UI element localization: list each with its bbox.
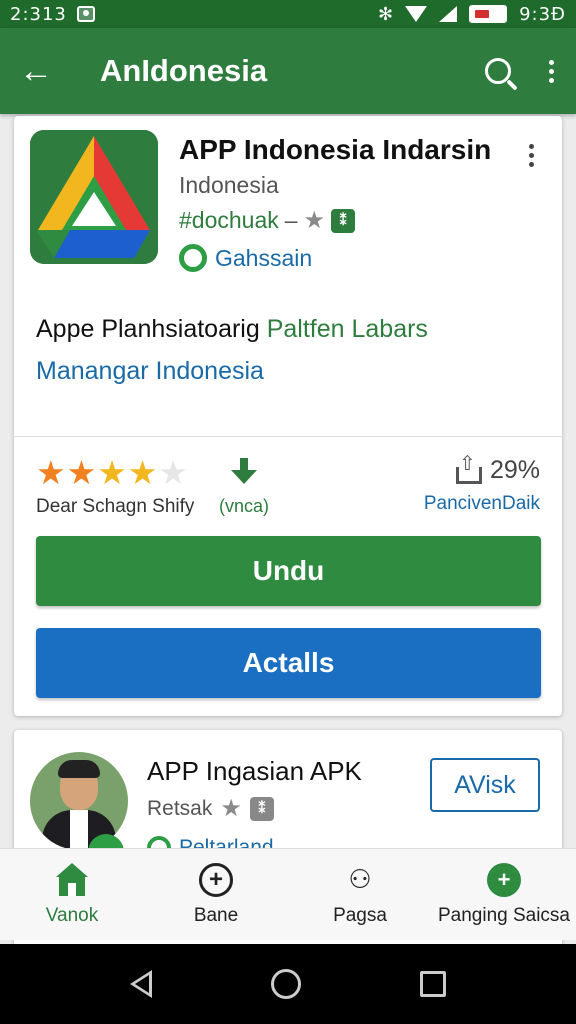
app-subtitle: Indonesia (179, 172, 279, 198)
developer-row[interactable]: Gahssain (179, 244, 312, 272)
app-bar-actions (470, 41, 576, 101)
card-overflow-button[interactable] (524, 144, 538, 174)
recents-square-icon[interactable] (420, 971, 447, 997)
photo-icon (76, 6, 95, 22)
bluetooth-icon: ✻ (377, 3, 394, 24)
download-info[interactable]: (vnca) (219, 458, 269, 517)
description-link[interactable]: Paltfen Labars (267, 315, 428, 343)
nav-label: Pagsa (333, 904, 387, 926)
share-row: 29% (424, 451, 540, 485)
app-description: Appe Planhsiatoarig Paltfen Labars Manan… (36, 308, 546, 392)
share-caption: PancivenDaik (423, 493, 540, 514)
nav-label: Vanok (45, 904, 99, 926)
star-icon: ★ (66, 454, 97, 491)
page-title: AnIdonesia (100, 53, 268, 88)
divider (14, 436, 562, 437)
home-icon (55, 862, 89, 897)
tag-separator: – (284, 207, 298, 233)
plus-circle-icon: + (199, 862, 233, 897)
back-triangle-icon[interactable] (129, 970, 152, 998)
battery-icon (469, 5, 508, 23)
star-empty-icon: ★ (158, 454, 188, 491)
home-circle-icon[interactable] (270, 969, 301, 999)
app-detail-card: APP Indonesia Indarsin Indonesia #dochua… (14, 116, 562, 716)
search-button[interactable] (470, 41, 526, 101)
star-icon: ★ (220, 795, 242, 822)
system-navigation-bar (0, 944, 576, 1024)
developer-name: Gahssain (215, 244, 313, 271)
rating-block[interactable]: ★ ★ ★ ★ ★ Dear Schagn Shify (36, 456, 194, 518)
more-vert-icon (528, 144, 534, 149)
share-info[interactable]: 29% PancivenDaik (423, 451, 540, 515)
rating-caption: Dear Schagn Shify (36, 496, 195, 517)
app-bar: ← AnIdonesia (0, 28, 576, 114)
wifi-icon (405, 6, 428, 22)
download-caption: (vnca) (219, 496, 270, 516)
rating-stars: ★ ★ ★ ★ ★ (36, 456, 194, 490)
related-app-title: APP Ingasian APK (147, 756, 362, 786)
nav-item-bane[interactable]: + Bane (144, 849, 288, 940)
install-button[interactable]: Undu (36, 536, 541, 606)
search-icon (485, 58, 511, 84)
app-logo-icon[interactable] (30, 130, 158, 264)
tag-row: #dochuak – ★ ⁑ (179, 206, 356, 235)
status-time: 2:313 (10, 3, 67, 25)
badge-icon: ⁑ (249, 796, 274, 821)
star-icon: ★ (303, 207, 326, 234)
add-circle-icon: + (487, 862, 521, 897)
star-icon: ★ (127, 454, 158, 491)
share-percent: 29% (489, 456, 540, 484)
overflow-menu-button[interactable] (526, 41, 576, 101)
nav-item-pagsa[interactable]: ⚇ Pagsa (288, 849, 432, 940)
more-vert-icon (548, 59, 554, 65)
people-icon: ⚇ (348, 864, 372, 894)
description-text: Appe Planhsiatoarig (36, 315, 267, 343)
apk-button[interactable]: AVisk (430, 758, 540, 812)
nav-item-panging[interactable]: + Panging Saicsa (432, 849, 576, 940)
status-clock: 9:3Đ (519, 3, 566, 25)
back-arrow-icon: ← (19, 51, 53, 90)
star-icon: ★ (97, 454, 127, 491)
star-icon: ★ (36, 454, 66, 491)
status-icons: ✻ 9:3Đ (378, 4, 566, 25)
nav-label: Panging Saicsa (437, 904, 571, 926)
details-button[interactable]: Actalls (36, 628, 541, 698)
signal-icon (439, 6, 458, 22)
badge-icon: ⁑ (331, 208, 356, 233)
developer-icon (179, 244, 207, 272)
status-bar: 2:313 ✻ 9:3Đ (0, 0, 576, 28)
back-button[interactable]: ← (0, 28, 72, 114)
share-icon (455, 451, 482, 485)
app-title: APP Indonesia Indarsin (179, 134, 492, 165)
app-tag[interactable]: #dochuak (179, 207, 279, 234)
description-subtext[interactable]: Manangar Indonesia (36, 350, 546, 392)
download-arrow-icon (231, 458, 257, 488)
related-app-subtitle-row: Retsak ★ ⁑ (147, 794, 274, 823)
related-app-subtitle: Retsak (147, 796, 213, 820)
bottom-navigation: Vanok + Bane ⚇ Pagsa + Panging Saicsa (0, 848, 576, 940)
nav-label: Bane (193, 904, 239, 926)
nav-item-home[interactable]: Vanok (0, 849, 144, 940)
